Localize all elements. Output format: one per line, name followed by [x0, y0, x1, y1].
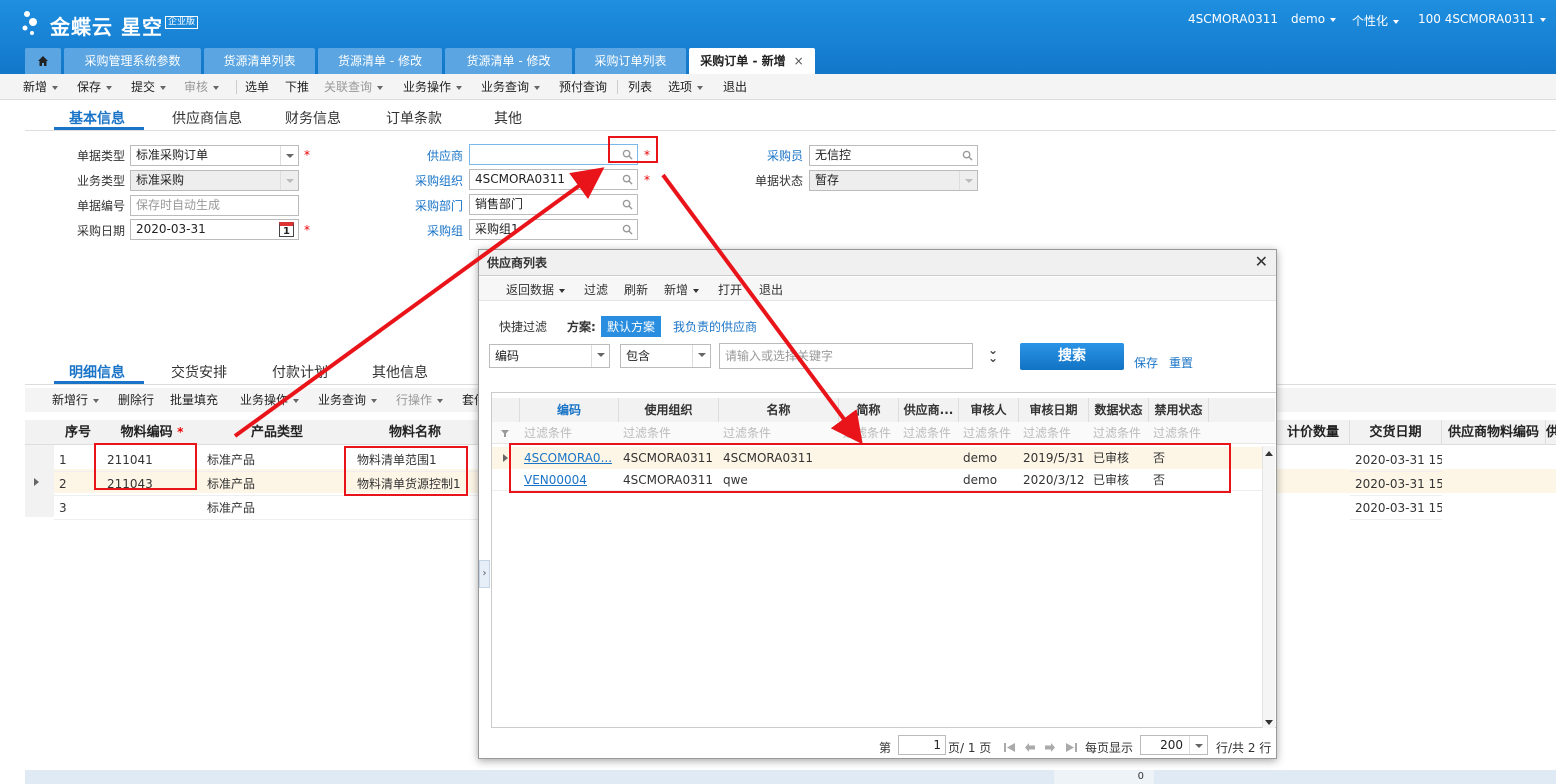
- arrow-to-supplier-rows: [661, 173, 863, 445]
- arrow-to-supplier-field: [233, 167, 605, 438]
- annotation-arrows: [233, 167, 863, 445]
